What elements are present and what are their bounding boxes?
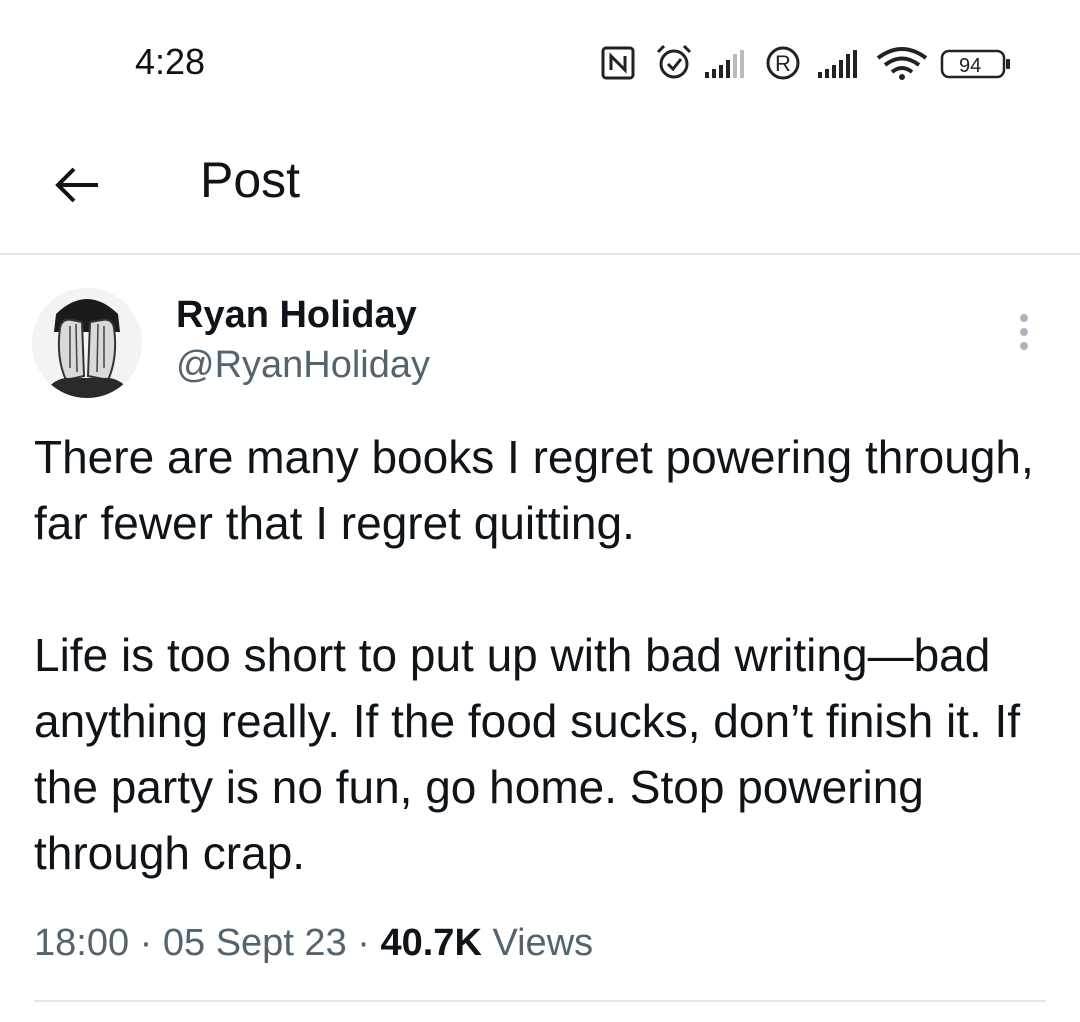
- more-vertical-icon: [1020, 314, 1028, 350]
- author-name[interactable]: Ryan Holiday: [176, 293, 417, 337]
- status-bar: 4:28 R 94: [0, 0, 1080, 125]
- signal-bars-icon: [705, 50, 744, 78]
- views-count: 40.7K: [380, 922, 482, 964]
- status-icons: R 94: [600, 42, 1020, 82]
- views-link[interactable]: 40.7K Views: [380, 922, 593, 964]
- post-paragraph: Life is too short to put up with bad wri…: [34, 629, 1021, 879]
- battery-level: 94: [959, 55, 981, 77]
- wifi-icon: [876, 47, 928, 80]
- page-title: Post: [200, 152, 301, 208]
- back-button[interactable]: [40, 155, 114, 215]
- post-text: There are many books I regret powering t…: [34, 424, 1064, 886]
- views-label: Views: [492, 922, 594, 964]
- signal-bars-icon-2: [818, 50, 857, 78]
- post-date[interactable]: 05 Sept 23: [163, 922, 347, 964]
- nfc-icon: [601, 46, 635, 80]
- post-paragraph: There are many books I regret powering t…: [34, 431, 1034, 549]
- arrow-left-icon: [55, 167, 98, 203]
- author-handle[interactable]: @RyanHoliday: [176, 342, 430, 388]
- meta-separator: ·: [357, 922, 370, 964]
- alarm-icon: [656, 44, 692, 79]
- avatar-image: [32, 288, 142, 398]
- author-avatar[interactable]: [32, 288, 142, 398]
- post-meta: 18:00 · 05 Sept 23 · 40.7K Views: [34, 918, 593, 968]
- meta-separator: ·: [139, 922, 153, 964]
- battery-icon: 94: [940, 49, 1010, 79]
- post-time[interactable]: 18:00: [34, 922, 129, 964]
- roaming-icon: R: [766, 46, 800, 80]
- divider: [34, 1000, 1046, 1002]
- more-options-button[interactable]: [1002, 306, 1046, 358]
- top-app-bar: Post: [0, 125, 1080, 255]
- svg-text:R: R: [775, 51, 791, 76]
- status-time: 4:28: [135, 41, 206, 82]
